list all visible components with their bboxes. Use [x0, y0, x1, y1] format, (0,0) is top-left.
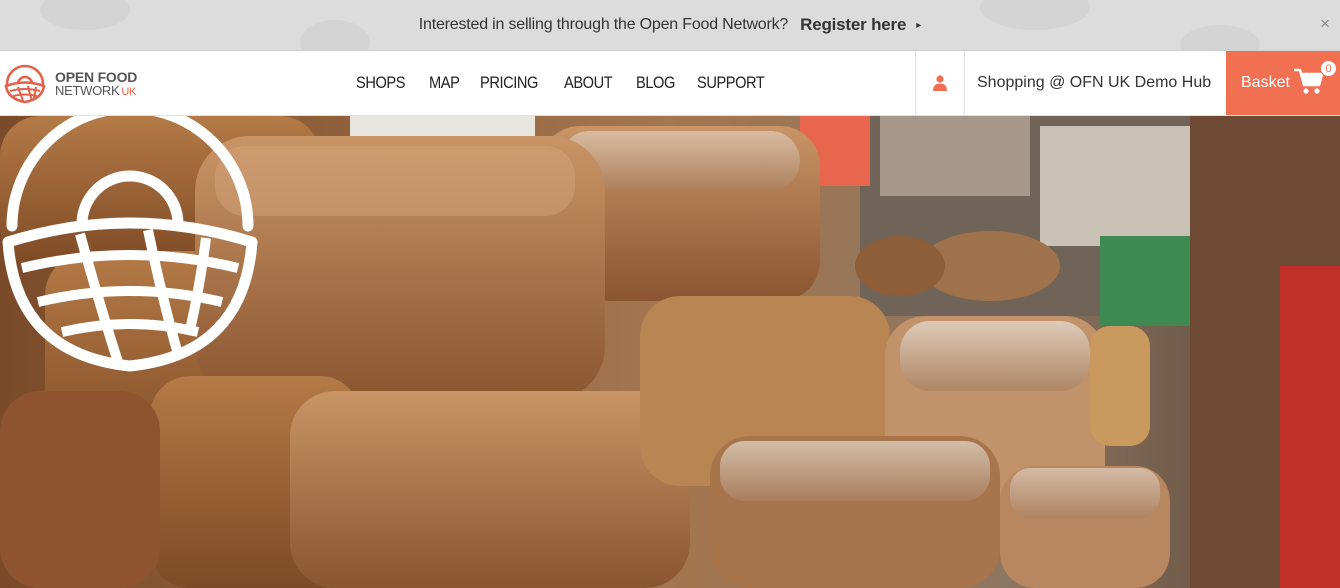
- banner-pattern: [40, 0, 130, 30]
- ofn-logo[interactable]: OPEN FOOD NETWORK UK: [3, 61, 143, 107]
- basket-logo-icon: [4, 64, 46, 104]
- register-link[interactable]: Register here: [800, 15, 906, 35]
- logo-subtitle: NETWORK: [55, 82, 120, 98]
- basket-label: Basket: [1241, 74, 1290, 91]
- user-icon: [933, 75, 947, 91]
- top-navigation: OPEN FOOD NETWORK UK SHOPS MAP PRICING AB…: [0, 51, 1340, 116]
- basket-count-badge: 0: [1320, 60, 1337, 77]
- close-icon[interactable]: ×: [1320, 14, 1330, 34]
- banner-pattern: [300, 20, 370, 50]
- banner-message: Interested in selling through the Open F…: [418, 16, 789, 33]
- menu-item-map[interactable]: MAP: [429, 73, 460, 93]
- caret-right-icon: ▸: [916, 19, 922, 31]
- logo-region: UK: [121, 85, 137, 98]
- menu-item-pricing[interactable]: PRICING: [480, 73, 538, 93]
- menu-item-shops[interactable]: SHOPS: [356, 73, 405, 93]
- menu-item-about[interactable]: ABOUT: [564, 73, 613, 93]
- current-hub-label[interactable]: Shopping @ OFN UK Demo Hub: [977, 51, 1211, 115]
- menu-item-support[interactable]: SUPPORT: [697, 73, 765, 93]
- registration-banner: Interested in selling through the Open F…: [0, 0, 1340, 51]
- menu-item-blog[interactable]: BLOG: [636, 73, 675, 93]
- logo-title: OPEN FOOD: [55, 68, 138, 85]
- banner-pattern: [980, 0, 1090, 30]
- account-button[interactable]: [915, 51, 965, 115]
- basket-emblem-icon: [2, 116, 258, 372]
- main-menu: SHOPS MAP PRICING ABOUT BLOG SUPPORT: [356, 51, 791, 115]
- hero-banner: [0, 116, 1340, 588]
- banner-pattern: [1180, 25, 1260, 50]
